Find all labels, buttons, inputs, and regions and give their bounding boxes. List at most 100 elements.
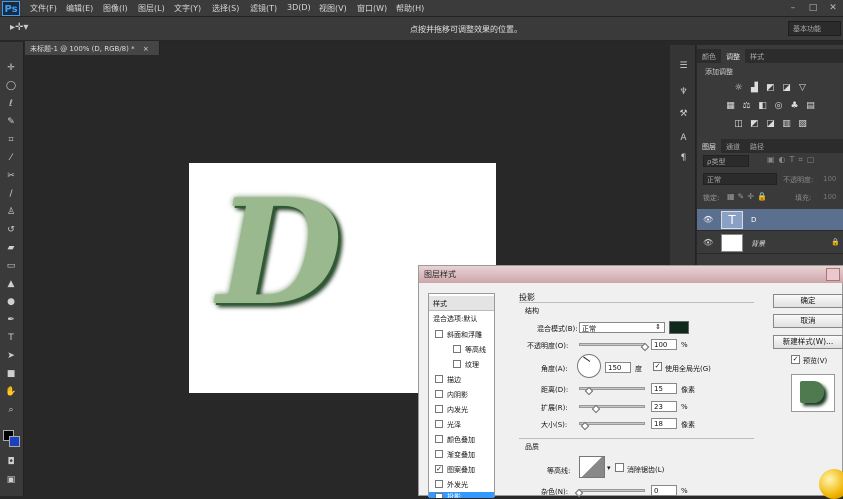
tab-adjustments[interactable]: 调整: [721, 49, 745, 63]
checkbox[interactable]: [435, 450, 443, 458]
angle-input[interactable]: 150: [605, 362, 631, 373]
brightness-icon[interactable]: ☼: [733, 83, 744, 93]
menu-layer[interactable]: 图层(L): [138, 3, 165, 14]
visibility-eye-icon[interactable]: 👁: [703, 238, 713, 247]
spread-input[interactable]: 23: [651, 401, 677, 412]
angle-dial[interactable]: [577, 354, 601, 378]
dodge-tool-icon[interactable]: ●: [4, 296, 18, 308]
size-input[interactable]: 18: [651, 418, 677, 429]
healing-tool-icon[interactable]: ✂: [4, 170, 18, 182]
history-panel-icon[interactable]: ☰: [677, 61, 690, 74]
photo-filter-icon[interactable]: ◎: [773, 101, 784, 111]
curves-icon[interactable]: ◩: [765, 83, 776, 93]
noise-input[interactable]: 0: [651, 485, 677, 496]
contour-picker[interactable]: [579, 456, 605, 478]
background-color-swatch[interactable]: [9, 436, 20, 447]
visibility-eye-icon[interactable]: 👁: [703, 215, 713, 224]
layer-row[interactable]: 👁 背景 🔒: [697, 232, 843, 254]
opacity-slider-thumb[interactable]: [640, 342, 650, 352]
brush-presets-icon[interactable]: ♆: [677, 87, 690, 100]
close-icon[interactable]: ✕: [827, 2, 839, 14]
path-select-tool-icon[interactable]: ➤: [4, 350, 18, 362]
menu-filter[interactable]: 滤镜(T): [250, 3, 277, 14]
global-light-checkbox[interactable]: ✓: [653, 362, 662, 371]
spread-slider[interactable]: [579, 405, 645, 408]
move-tool-icon[interactable]: ✛: [4, 62, 18, 74]
lock-icons[interactable]: ▦✎✛🔒: [727, 192, 770, 201]
style-item-outer-glow[interactable]: 外发光: [429, 477, 494, 492]
style-item-pattern-overlay[interactable]: ✓ 图案叠加: [429, 462, 494, 477]
tab-styles[interactable]: 样式: [745, 49, 769, 63]
blend-mode-select[interactable]: 正常 ⇕: [579, 322, 665, 333]
type-tool-icon[interactable]: T: [4, 332, 18, 344]
menu-view[interactable]: 视图(V): [319, 3, 347, 14]
menu-select[interactable]: 选择(S): [212, 3, 239, 14]
style-item-inner-glow[interactable]: 内发光: [429, 402, 494, 417]
paragraph-panel-icon[interactable]: ¶: [677, 153, 690, 166]
layer-opacity-value[interactable]: 100: [823, 175, 836, 183]
channel-mixer-icon[interactable]: ♣: [789, 101, 800, 111]
style-item-texture[interactable]: 纹理: [429, 357, 494, 372]
layer-kind-filter[interactable]: ρ类型: [703, 155, 749, 167]
maximize-icon[interactable]: □: [807, 2, 819, 14]
layer-fill-value[interactable]: 100: [823, 193, 836, 201]
checkbox[interactable]: [435, 390, 443, 398]
vibrance-icon[interactable]: ▽: [797, 83, 808, 93]
checkbox[interactable]: [435, 330, 443, 338]
style-item-drop-shadow[interactable]: ✓ 投影: [429, 492, 494, 498]
document-tab[interactable]: 未标题-1 @ 100% (D, RGB/8) * ×: [25, 41, 160, 55]
styles-header[interactable]: 样式: [429, 296, 494, 311]
zoom-tool-icon[interactable]: ⌕: [4, 404, 18, 416]
quick-mask-icon[interactable]: ◘: [4, 456, 18, 468]
posterize-icon[interactable]: ◩: [749, 119, 760, 129]
color-lookup-icon[interactable]: ▤: [805, 101, 816, 111]
tool-presets-icon[interactable]: ⚒: [677, 109, 690, 122]
checkbox[interactable]: [453, 360, 461, 368]
style-item-gradient-overlay[interactable]: 渐变叠加: [429, 447, 494, 462]
threshold-icon[interactable]: ◪: [765, 119, 776, 129]
shadow-color-swatch[interactable]: [669, 321, 689, 334]
gradient-map-icon[interactable]: ▥: [781, 119, 792, 129]
style-item-contour[interactable]: 等高线: [429, 342, 494, 357]
opacity-input[interactable]: 100: [651, 339, 677, 350]
crop-tool-icon[interactable]: ⌗: [4, 134, 18, 146]
tab-paths[interactable]: 路径: [745, 139, 769, 153]
dialog-close-icon[interactable]: [826, 268, 840, 281]
distance-input[interactable]: 15: [651, 383, 677, 394]
color-balance-icon[interactable]: ⚖: [741, 101, 752, 111]
tab-layers[interactable]: 图层: [697, 139, 721, 153]
checkbox[interactable]: [435, 435, 443, 443]
quick-select-tool-icon[interactable]: ✎: [4, 116, 18, 128]
style-item-inner-shadow[interactable]: 内阴影: [429, 387, 494, 402]
style-item-stroke[interactable]: 描边: [429, 372, 494, 387]
lasso-tool-icon[interactable]: ℓ: [4, 98, 18, 110]
workspace-select[interactable]: 基本功能: [788, 21, 841, 36]
checkbox[interactable]: [435, 405, 443, 413]
hand-tool-icon[interactable]: ✋: [4, 386, 18, 398]
checkbox[interactable]: [453, 345, 461, 353]
black-white-icon[interactable]: ◧: [757, 101, 768, 111]
menu-3d[interactable]: 3D(D): [287, 3, 311, 12]
menu-help[interactable]: 帮助(H): [396, 3, 424, 14]
tab-color[interactable]: 颜色: [697, 49, 721, 63]
menu-window[interactable]: 窗口(W): [357, 3, 387, 14]
layer-filter-icons[interactable]: ▣◐T⌗▢: [767, 155, 839, 167]
opacity-slider[interactable]: [579, 343, 645, 346]
gradient-tool-icon[interactable]: ▭: [4, 260, 18, 272]
blend-options-item[interactable]: 混合选项:默认: [429, 311, 494, 326]
preview-checkbox[interactable]: ✓: [791, 355, 800, 364]
minimize-icon[interactable]: –: [787, 2, 799, 14]
document-close-icon[interactable]: ×: [143, 45, 149, 53]
cancel-button[interactable]: 取消: [773, 314, 843, 328]
style-item-color-overlay[interactable]: 颜色叠加: [429, 432, 494, 447]
layer-name[interactable]: 背景: [751, 239, 765, 249]
brush-tool-icon[interactable]: /: [4, 188, 18, 200]
screen-mode-icon[interactable]: ▣: [4, 474, 18, 486]
invert-icon[interactable]: ◫: [733, 119, 744, 129]
history-brush-tool-icon[interactable]: ↺: [4, 224, 18, 236]
pen-tool-icon[interactable]: ✒: [4, 314, 18, 326]
checkbox[interactable]: ✓: [435, 465, 443, 473]
character-panel-icon[interactable]: A: [677, 133, 690, 146]
new-style-button[interactable]: 新建样式(W)...: [773, 335, 843, 349]
antialias-checkbox[interactable]: [615, 463, 624, 472]
